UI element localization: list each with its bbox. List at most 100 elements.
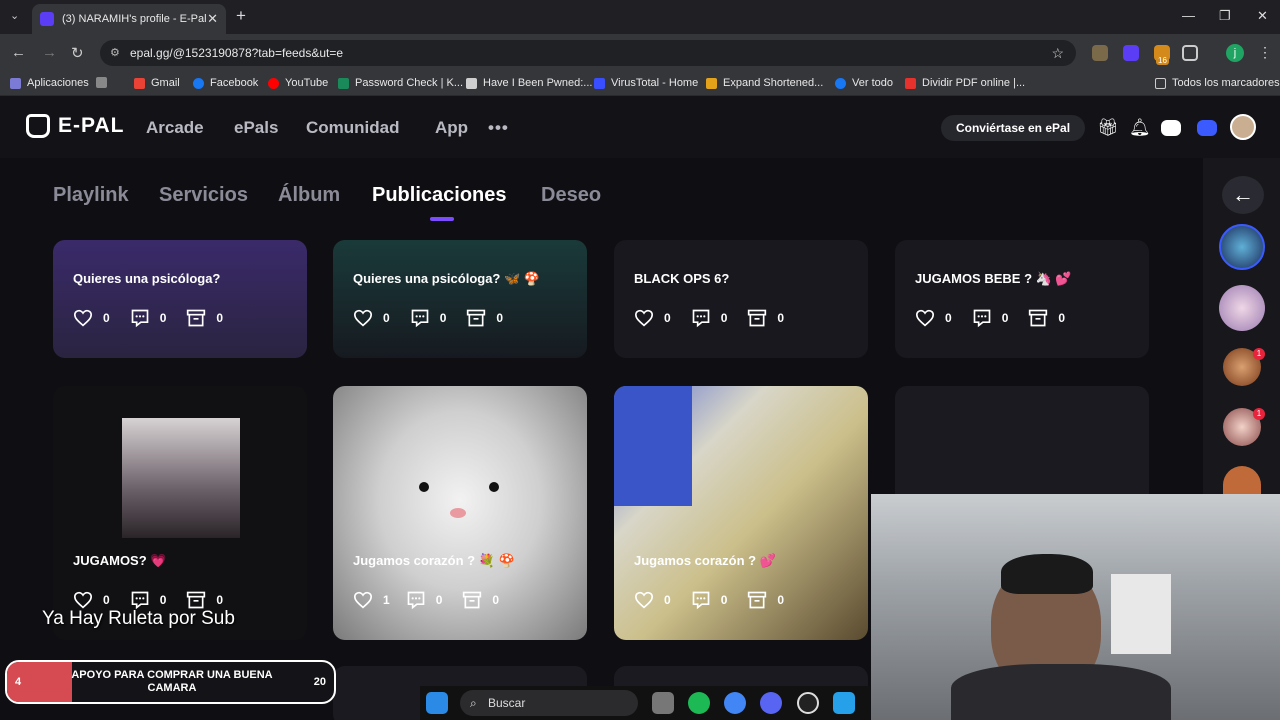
browser-menu-icon[interactable]: ⋮ [1258, 44, 1272, 61]
nav-app[interactable]: App [435, 118, 468, 138]
tab-search-icon[interactable]: ⌄ [10, 9, 19, 22]
tab-album[interactable]: Álbum [278, 184, 340, 207]
puzzle-extensions-icon[interactable] [1182, 45, 1198, 61]
new-tab-button[interactable]: + [236, 6, 246, 26]
save-count: 0 [1058, 311, 1066, 325]
archive-icon[interactable] [186, 590, 206, 610]
profile-avatar[interactable]: j [1226, 44, 1244, 62]
post-card[interactable]: Jugamos corazón ? 💕 0 0 0 [614, 386, 868, 640]
heart-icon[interactable] [915, 308, 935, 328]
all-bookmarks-folder[interactable]: Todos los marcadores [1155, 77, 1280, 89]
bookmark-item[interactable]: YouTube [268, 77, 328, 89]
post-stats: 0 0 0 [353, 308, 523, 328]
post-stats: 0 0 0 [915, 308, 1085, 328]
maximize-icon[interactable]: ❐ [1219, 8, 1231, 24]
heart-icon[interactable] [634, 590, 654, 610]
post-title: Jugamos corazón ? 💐 🍄 [353, 553, 515, 568]
bookmark-item[interactable]: Have I Been Pwned:... [466, 77, 592, 89]
like-count: 0 [664, 311, 671, 325]
epal-logo[interactable]: E-PAL [26, 114, 124, 138]
chrome-icon[interactable] [724, 692, 746, 714]
more-menu-icon[interactable]: ••• [488, 118, 509, 138]
comment-count: 0 [159, 311, 167, 325]
site-info-icon[interactable]: ⚙ [110, 40, 120, 66]
bookmark-item[interactable]: Ver todo [835, 77, 893, 89]
like-count: 0 [945, 311, 952, 325]
heart-icon[interactable] [634, 308, 654, 328]
nav-epals[interactable]: ePals [234, 118, 278, 138]
obs-icon[interactable] [797, 692, 819, 714]
post-card[interactable]: Quieres una psicóloga? 0 0 0 [53, 240, 307, 358]
forward-arrow-icon[interactable]: → [42, 44, 57, 61]
bookmark-item[interactable]: Dividir PDF online |... [905, 77, 1025, 89]
save-count: 0 [492, 593, 500, 607]
post-card[interactable]: Jugamos corazón ? 💐 🍄 1 0 0 [333, 386, 587, 640]
tab-playlink[interactable]: Playlink [53, 184, 129, 207]
post-card[interactable]: BLACK OPS 6? 0 0 0 [614, 240, 868, 358]
post-title: JUGAMOS? 💗 [73, 553, 167, 568]
tab-deseo[interactable]: Deseo [541, 184, 601, 207]
comment-icon[interactable] [691, 308, 711, 328]
tab-servicios[interactable]: Servicios [159, 184, 248, 207]
bell-icon[interactable]: 🔔︎ [1129, 118, 1151, 138]
heart-icon[interactable] [353, 308, 373, 328]
become-epal-button[interactable]: Conviértase en ePal [941, 115, 1085, 141]
gift-icon[interactable]: 🎁︎ [1097, 118, 1119, 138]
comment-icon[interactable] [972, 308, 992, 328]
comment-icon[interactable] [130, 308, 150, 328]
bookmark-item[interactable]: VirusTotal - Home [594, 77, 698, 89]
webcam-person [951, 664, 1171, 720]
comment-icon[interactable] [410, 308, 430, 328]
heart-icon[interactable] [73, 308, 93, 328]
discord-icon[interactable] [760, 692, 782, 714]
archive-icon[interactable] [466, 308, 486, 328]
apps-grid-icon[interactable] [96, 77, 113, 88]
comment-icon[interactable] [406, 590, 426, 610]
user-avatar[interactable] [1230, 114, 1256, 140]
reload-icon[interactable]: ↻ [71, 44, 84, 62]
chat-avatar[interactable] [1219, 285, 1265, 331]
epal-cat-icon[interactable] [1197, 120, 1217, 136]
close-window-icon[interactable]: ✕ [1257, 8, 1268, 24]
post-card[interactable]: Quieres una psicóloga? 🦋 🍄 0 0 0 [333, 240, 587, 358]
archive-icon[interactable] [747, 590, 767, 610]
taskbar-search[interactable]: ⌕ Buscar [460, 690, 638, 716]
extension-icon[interactable] [1092, 45, 1108, 61]
tab-publicaciones[interactable]: Publicaciones [372, 184, 507, 207]
heart-icon[interactable] [73, 590, 93, 610]
bookmark-item[interactable]: Aplicaciones [10, 77, 89, 89]
archive-icon[interactable] [747, 308, 767, 328]
bookmark-item[interactable]: Password Check | K... [338, 77, 463, 89]
back-arrow-icon[interactable]: ← [1222, 176, 1264, 214]
archive-icon[interactable] [186, 308, 206, 328]
browser-tab[interactable]: (3) NARAMIH's profile - E-Pal ✕ [32, 4, 226, 34]
file-explorer-icon[interactable] [652, 692, 674, 714]
close-tab-icon[interactable]: ✕ [207, 11, 218, 27]
post-card[interactable]: JUGAMOS? 💗 0 0 0 [53, 386, 307, 640]
chat-avatar[interactable] [1219, 224, 1265, 270]
post-image [614, 386, 692, 506]
nav-comunidad[interactable]: Comunidad [306, 118, 400, 138]
archive-icon[interactable] [1028, 308, 1048, 328]
bookmark-item[interactable]: Facebook [193, 77, 258, 89]
unread-badge: 1 [1253, 408, 1265, 420]
bookmark-star-icon[interactable]: ☆ [1051, 40, 1064, 66]
archive-icon[interactable] [462, 590, 482, 610]
bookmark-item[interactable]: Expand Shortened... [706, 77, 823, 89]
post-card[interactable]: JUGAMOS BEBE ? 🦄 💕 0 0 0 [895, 240, 1149, 358]
back-arrow-icon[interactable]: ← [11, 44, 26, 61]
nav-arcade[interactable]: Arcade [146, 118, 204, 138]
save-count: 0 [777, 311, 785, 325]
heart-icon[interactable] [353, 590, 373, 610]
app-icon[interactable] [833, 692, 855, 714]
bookmark-item[interactable]: Gmail [134, 77, 180, 89]
save-count: 0 [777, 593, 785, 607]
spotify-icon[interactable] [688, 692, 710, 714]
windows-start-icon[interactable] [426, 692, 448, 714]
comment-icon[interactable] [691, 590, 711, 610]
discord-icon[interactable] [1161, 120, 1181, 136]
url-bar[interactable]: ⚙ epal.gg/@1523190878?tab=feeds&ut=e ☆ [100, 40, 1076, 66]
minimize-icon[interactable]: — [1182, 8, 1195, 23]
comment-icon[interactable] [130, 590, 150, 610]
extension-icon[interactable] [1123, 45, 1139, 61]
